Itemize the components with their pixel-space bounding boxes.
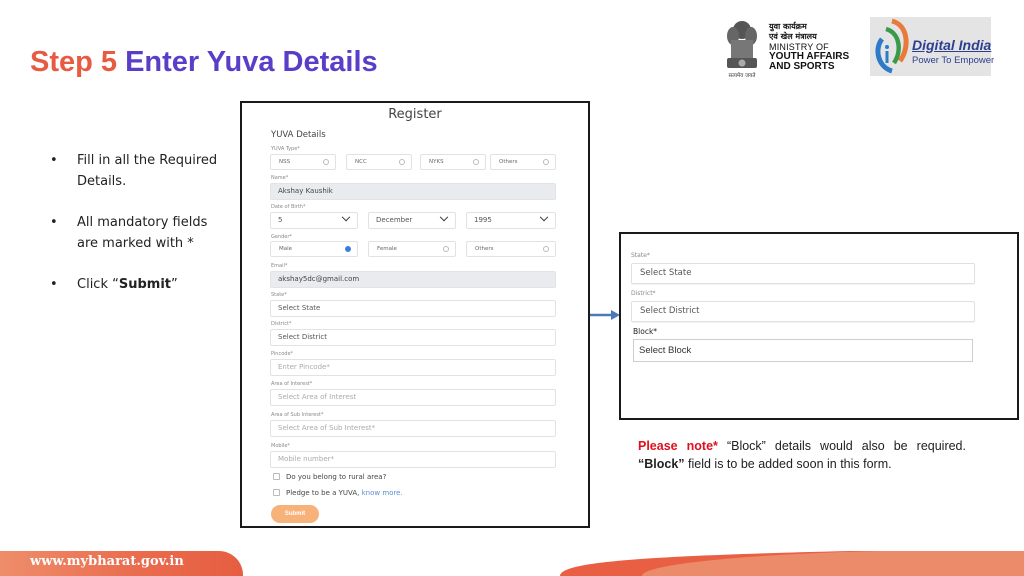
dob-month-select[interactable]: December — [368, 212, 456, 229]
pledge-checkbox[interactable]: Pledge to be a YUVA, know more. — [273, 489, 403, 497]
block-select[interactable]: Select Block — [633, 339, 973, 362]
register-heading: Register — [388, 107, 442, 122]
email-field[interactable]: akshay5dc@gmail.com — [270, 271, 556, 288]
zoom-district-select[interactable]: Select District — [631, 301, 975, 322]
radio-icon — [543, 159, 549, 165]
digital-india-title: Digital India — [912, 37, 992, 53]
dob-label: Date of Birth* — [271, 204, 306, 210]
radio-icon — [473, 159, 479, 165]
page-title: Step 5 Enter Yuva Details — [30, 46, 378, 79]
footer-swoosh — [560, 551, 1024, 576]
dob-year-select[interactable]: 1995 — [466, 212, 556, 229]
zoom-state-label: State* — [631, 252, 650, 259]
arrow-right-icon — [590, 310, 620, 320]
digital-india-tagline: Power To Empower — [912, 55, 995, 66]
yuva-type-option-nyks[interactable]: NYKS — [420, 154, 486, 170]
yuva-type-option-ncc[interactable]: NCC — [346, 154, 412, 170]
name-label: Name* — [271, 175, 289, 181]
instruction-list: Fill in all the Required Details. All ma… — [40, 150, 230, 315]
gender-option-male[interactable]: Male — [270, 241, 358, 257]
gender-option-female[interactable]: Female — [368, 241, 456, 257]
block-label: Block* — [633, 327, 658, 336]
radio-icon — [323, 159, 329, 165]
digital-india-logo: Digital India Power To Empower — [870, 17, 995, 76]
footer-url[interactable]: www.mybharat.gov.in — [30, 554, 184, 569]
email-label: Email* — [271, 263, 288, 269]
ministry-line5: AND SPORTS — [769, 61, 835, 72]
sub-interest-label: Area of Sub Interest* — [271, 412, 324, 418]
block-note: Please note* “Block” details would also … — [638, 439, 966, 471]
checkbox-icon[interactable] — [273, 489, 280, 496]
yuva-type-option-nss[interactable]: NSS — [270, 154, 336, 170]
area-of-interest-select[interactable]: Select Area of Interest — [270, 389, 556, 406]
area-of-interest-label: Area of Interest* — [271, 381, 313, 387]
checkbox-icon[interactable] — [273, 473, 280, 480]
name-field[interactable]: Akshay Kaushik — [270, 183, 556, 200]
chevron-down-icon — [539, 212, 549, 222]
note-prefix: Please note* — [638, 439, 718, 453]
zoom-state-select[interactable]: Select State — [631, 263, 975, 284]
yuva-type-option-others[interactable]: Others — [490, 154, 556, 170]
dob-day-select[interactable]: 5 — [270, 212, 358, 229]
radio-selected-icon — [345, 246, 351, 252]
footer-url-banner: www.mybharat.gov.in — [0, 551, 243, 576]
instruction-item: Click “Submit” — [40, 274, 230, 295]
yuva-details-heading: YUVA Details — [271, 130, 326, 140]
step-title: Enter Yuva Details — [125, 46, 378, 78]
submit-button[interactable]: Submit — [271, 505, 319, 523]
zoomed-location-fields: State* Select State District* Select Dis… — [619, 232, 1019, 420]
gender-option-others[interactable]: Others — [466, 241, 556, 257]
radio-icon — [543, 246, 549, 252]
gender-label: Gender* — [271, 234, 292, 240]
svg-text:सत्यमेव जयते: सत्यमेव जयते — [728, 72, 756, 79]
chevron-down-icon — [439, 212, 449, 222]
ministry-hindi-line2: एवं खेल मंत्रालय — [769, 32, 817, 41]
state-select[interactable]: Select State — [270, 300, 556, 317]
state-label: State* — [271, 292, 287, 298]
mobile-label: Mobile* — [271, 443, 290, 449]
mobile-field[interactable]: Mobile number* — [270, 451, 556, 468]
zoom-district-label: District* — [631, 290, 656, 297]
district-select[interactable]: Select District — [270, 329, 556, 346]
district-label: District* — [271, 321, 292, 327]
ministry-logo: सत्यमेव जयते युवा कार्यक्रम एवं खेल मंत्… — [720, 16, 865, 82]
yuva-type-label: YUVA Type* — [271, 146, 300, 152]
pincode-field[interactable]: Enter Pincode* — [270, 359, 556, 376]
register-form-screenshot: Register YUVA Details YUVA Type* NSS NCC… — [240, 101, 590, 528]
chevron-down-icon — [341, 212, 351, 222]
step-number: Step 5 — [30, 46, 118, 78]
radio-icon — [399, 159, 405, 165]
ministry-hindi-line1: युवा कार्यक्रम — [769, 22, 807, 31]
national-emblem-icon: सत्यमेव जयते — [727, 21, 757, 79]
digital-india-swirl-icon — [875, 18, 909, 74]
sub-interest-select[interactable]: Select Area of Sub Interest* — [270, 420, 556, 437]
radio-icon — [443, 246, 449, 252]
pincode-label: Pincode* — [271, 351, 294, 357]
instruction-item: All mandatory fields are marked with * — [40, 212, 230, 254]
instruction-item: Fill in all the Required Details. — [40, 150, 230, 192]
rural-area-checkbox[interactable]: Do you belong to rural area? — [273, 473, 386, 481]
know-more-link[interactable]: know more. — [362, 489, 403, 497]
